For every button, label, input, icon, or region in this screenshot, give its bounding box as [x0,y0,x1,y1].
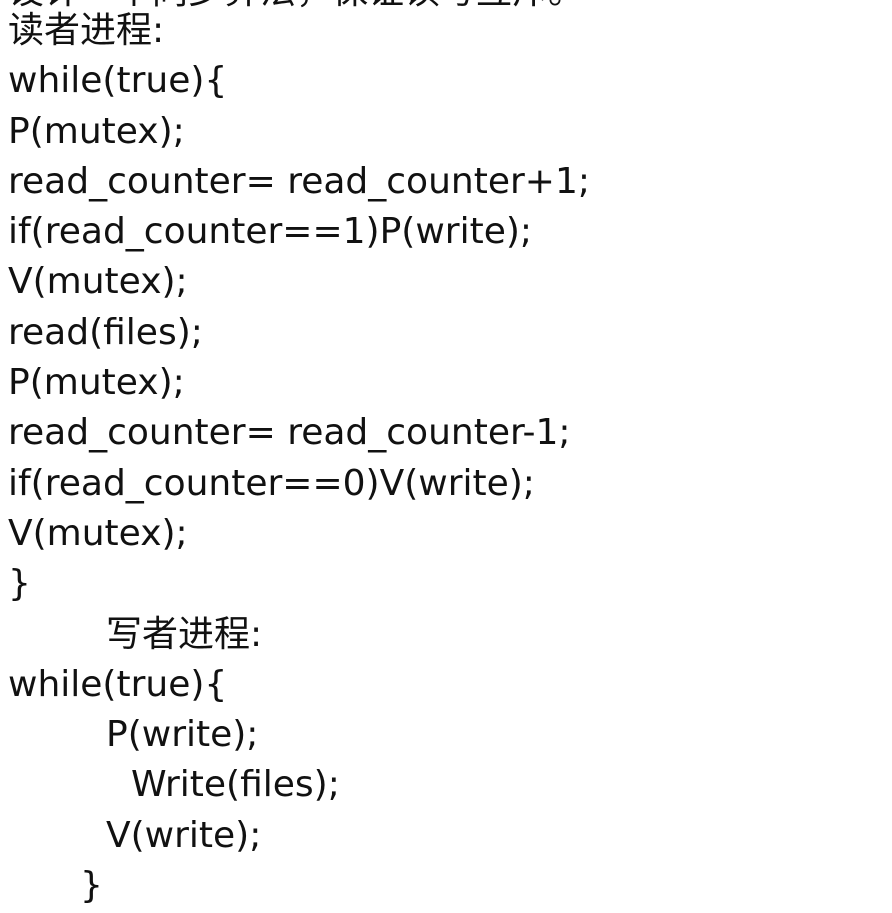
reader-code-line: read_counter= read_counter+1; [8,160,590,202]
document-page: 设计一个同步算法，保证读写互斥。 读者进程: while(true){ P(mu… [0,0,892,913]
reader-code-line: if(read_counter==0)V(write); [8,462,535,504]
code-block: 读者进程: while(true){ P(mutex); read_counte… [8,6,590,911]
writer-code-line: P(write); [106,714,259,756]
writer-code-line: Write(files); [131,764,340,806]
reader-code-line: V(mutex); [8,512,188,554]
writer-process-title: 写者进程: [106,613,263,655]
reader-code-line: P(mutex); [8,362,185,404]
reader-code-line: read_counter= read_counter-1; [8,412,571,454]
reader-code-line: } [8,563,31,605]
reader-process-title: 读者进程: [8,10,165,51]
writer-code-line: V(write); [106,814,262,856]
reader-code-line: read(files); [8,311,203,353]
writer-code-line: } [80,865,103,907]
reader-code-line: V(mutex); [8,261,188,303]
reader-code-line: if(read_counter==1)P(write); [8,211,533,253]
reader-code-line: P(mutex); [8,110,185,152]
reader-code-line: while(true){ [8,60,228,102]
writer-code-line: while(true){ [8,663,228,705]
